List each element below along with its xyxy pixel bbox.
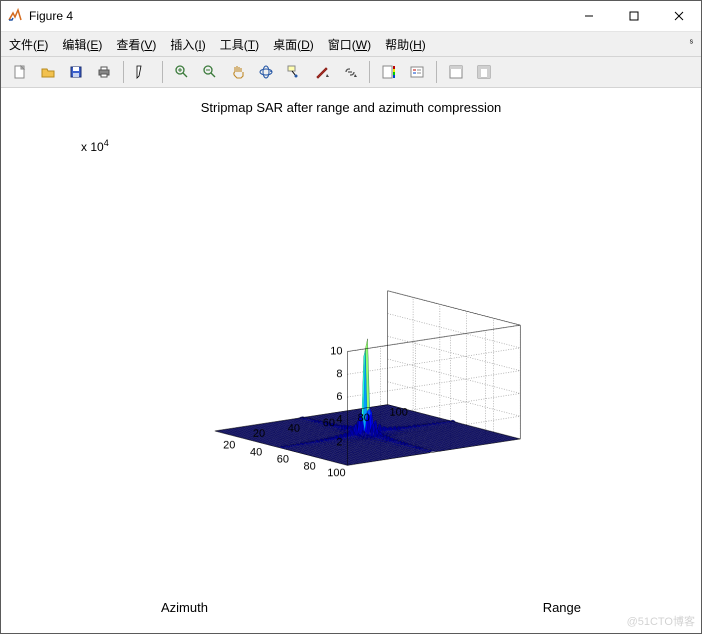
toolbar-separator [369,61,370,83]
close-button[interactable] [656,1,701,31]
titlebar: Figure 4 [1,1,701,32]
minimize-button[interactable] [566,1,611,31]
toolbar-separator [436,61,437,83]
menu-e[interactable]: 编辑(E) [62,36,102,53]
chevron-down-icon[interactable]: ˢ [690,38,693,49]
show-plot-tools-button[interactable] [471,59,497,85]
hide-plot-tools-button[interactable] [443,59,469,85]
menu-t[interactable]: 工具(T) [220,36,259,53]
zoom-in-button[interactable] [169,59,195,85]
menu-f[interactable]: 文件(F) [9,36,48,53]
menu-w[interactable]: 窗口(W) [328,36,371,53]
open-button[interactable] [35,59,61,85]
legend-button[interactable] [404,59,430,85]
link-plot-button[interactable] [337,59,363,85]
surface-plot [61,128,671,593]
menu-i[interactable]: 插入(I) [170,36,205,53]
menu-d[interactable]: 桌面(D) [273,36,314,53]
zoom-out-button[interactable] [197,59,223,85]
pan-button[interactable] [225,59,251,85]
axes-3d[interactable]: Stripmap SAR after range and azimuth com… [1,88,701,633]
rotate-3d-button[interactable] [253,59,279,85]
print-button[interactable] [91,59,117,85]
edit-plot-button[interactable] [130,59,156,85]
save-button[interactable] [63,59,89,85]
data-cursor-button[interactable] [281,59,307,85]
menu-h[interactable]: 帮助(H) [385,36,426,53]
figure-window: Figure 4 文件(F) 编辑(E) 查看(V) 插入(I) 工具(T) 桌面(D) 窗… [0,0,702,634]
menubar: 文件(F) 编辑(E) 查看(V) 插入(I) 工具(T) 桌面(D) 窗口(W) 帮助(H)… [1,32,701,57]
toolbar-separator [162,61,163,83]
menu-v[interactable]: 查看(V) [116,36,156,53]
y-axis-label: Azimuth [161,600,208,615]
new-figure-button[interactable] [7,59,33,85]
watermark: @51CTO博客 [627,613,695,629]
maximize-button[interactable] [611,1,656,31]
toolbar-separator [123,61,124,83]
chart-title: Stripmap SAR after range and azimuth com… [1,100,701,115]
matlab-icon [7,8,23,24]
x-axis-label: Range [543,600,581,615]
brush-button[interactable] [309,59,335,85]
colorbar-button[interactable] [376,59,402,85]
toolbar [1,57,701,88]
window-title: Figure 4 [29,9,73,23]
